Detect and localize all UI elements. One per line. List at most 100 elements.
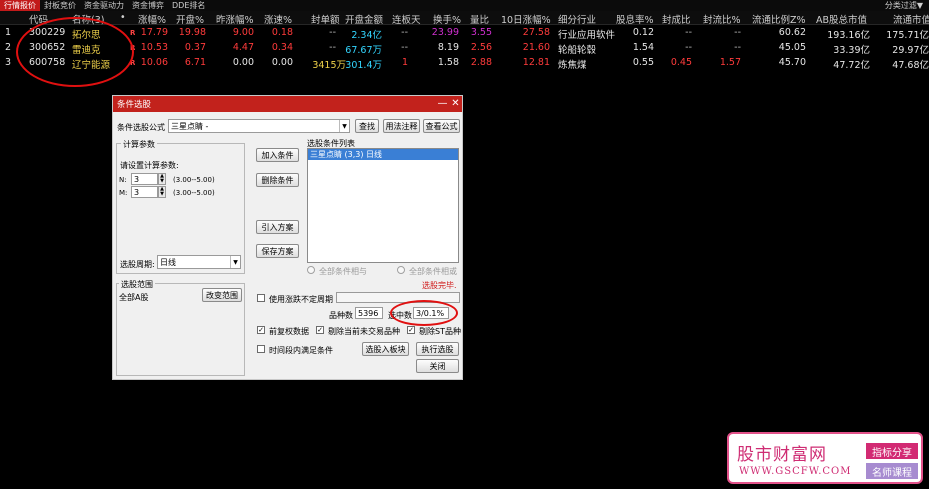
- col-open[interactable]: 开盘%: [176, 12, 204, 26]
- close-icon[interactable]: ✕: [449, 96, 462, 112]
- stock-screen-dialog: 条件选股 — ✕ 条件选股公式 三星点睛 - ▼ 查找 用法注释 查看公式 计算…: [112, 95, 463, 380]
- chevron-down-icon[interactable]: ▼: [339, 120, 349, 132]
- time-condition-label: 时间段内满足条件: [269, 346, 333, 355]
- param-n-stepper[interactable]: ▲ ▼: [158, 173, 166, 185]
- category-filter-dropdown[interactable]: 分类过滤▼: [885, 0, 929, 11]
- ten-day-change: 21.60: [522, 42, 550, 53]
- col-float-market-cap[interactable]: 流通市值: [893, 12, 929, 26]
- total-label: 品种数: [329, 311, 353, 320]
- condition-list-item[interactable]: 三星点睛 (3,3) 日线: [308, 149, 458, 160]
- tab-quotes[interactable]: 行情报价: [0, 0, 40, 11]
- param-m-stepper[interactable]: ▲ ▼: [158, 186, 166, 198]
- margin-flag: R: [130, 59, 136, 67]
- param-n-input[interactable]: 3: [131, 173, 158, 185]
- table-row[interactable]: 2 300652 雷迪克 R 10.53 0.37 4.47 0.34 -- 6…: [0, 41, 929, 56]
- param-m-label: M:: [119, 189, 128, 197]
- speed-pct: 0.00: [271, 57, 293, 68]
- open-pct: 19.98: [178, 27, 206, 38]
- execute-button[interactable]: 执行选股: [416, 342, 459, 356]
- formula-label: 条件选股公式: [117, 123, 165, 132]
- col-seal-float-ratio[interactable]: 封流比%: [703, 12, 741, 26]
- param-n-range: (3.00--5.00): [173, 176, 215, 184]
- dialog-titlebar[interactable]: 条件选股 — ✕: [113, 96, 462, 112]
- period-range-input[interactable]: [336, 292, 460, 303]
- seal-float-ratio: 1.57: [719, 57, 741, 68]
- use-period-checkbox[interactable]: [257, 294, 265, 302]
- float-market-cap: 175.71亿: [886, 30, 929, 41]
- col-float-ratio[interactable]: 流通比例Z%: [752, 12, 806, 26]
- formula-select[interactable]: 三星点睛 - ▼: [168, 119, 350, 133]
- col-open-amount[interactable]: 开盘金额: [345, 12, 383, 26]
- float-market-cap: 47.68亿: [892, 60, 929, 71]
- col-dividend[interactable]: 股息率%: [616, 12, 654, 26]
- param-m-input[interactable]: 3: [131, 186, 158, 198]
- col-prev-change[interactable]: 昨涨幅%: [216, 12, 254, 26]
- table-row[interactable]: 3 600758 辽宁能源 R 10.06 6.71 0.00 0.00 341…: [0, 56, 929, 71]
- params-prompt: 请设置计算参数:: [120, 161, 179, 170]
- add-condition-button[interactable]: 加入条件: [256, 148, 299, 162]
- close-button[interactable]: 关闭: [416, 359, 459, 373]
- col-ab-market-cap[interactable]: AB股总市值: [816, 12, 867, 26]
- find-button[interactable]: 查找: [355, 119, 379, 133]
- remove-st-checkbox[interactable]: ✓: [407, 326, 415, 334]
- col-code[interactable]: 代码: [29, 12, 48, 26]
- period-select-value: 日线: [160, 257, 176, 267]
- speed-pct: 0.18: [271, 27, 293, 38]
- radio-and[interactable]: [307, 266, 315, 274]
- col-10day-change[interactable]: 10日涨幅%: [501, 12, 551, 26]
- chevron-down-icon[interactable]: ▼: [230, 256, 240, 268]
- seal-amount: --: [329, 42, 336, 53]
- seal-deal-ratio: --: [685, 27, 692, 38]
- total-count-value: 5396: [358, 308, 379, 318]
- minimize-icon[interactable]: —: [436, 96, 449, 112]
- watermark-logo: 股市财富网 WWW.GSCFW.COM 指标分享 名师课程: [727, 432, 923, 484]
- condition-list[interactable]: 三星点睛 (3,3) 日线: [307, 148, 459, 263]
- col-change[interactable]: 涨幅%: [138, 12, 166, 26]
- save-scheme-button[interactable]: 保存方案: [256, 244, 299, 258]
- tab-dde-rank[interactable]: DDE排名: [168, 0, 209, 11]
- fq-checkbox[interactable]: ✓: [257, 326, 265, 334]
- range-value: 全部A股: [119, 293, 149, 302]
- col-speed[interactable]: 涨速%: [264, 12, 292, 26]
- delete-condition-button[interactable]: 删除条件: [256, 173, 299, 187]
- speed-pct: 0.34: [271, 42, 293, 53]
- stock-name: 拓尔思: [72, 30, 101, 41]
- usage-button[interactable]: 用法注释: [383, 119, 420, 133]
- tab-fund-drive[interactable]: 资金驱动力: [80, 0, 128, 11]
- time-condition-checkbox[interactable]: [257, 345, 265, 353]
- remove-inactive-checkbox[interactable]: ✓: [316, 326, 324, 334]
- remove-inactive-label: 剔除当前未交易品种: [328, 327, 400, 336]
- col-limit-days[interactable]: 连板天: [392, 12, 421, 26]
- radio-or[interactable]: [397, 266, 405, 274]
- selected-count: 3/0.1%: [413, 307, 449, 319]
- seal-deal-ratio: --: [685, 42, 692, 53]
- col-name[interactable]: 名称(3): [72, 12, 104, 26]
- seal-amount: 3415万: [312, 60, 346, 71]
- tab-fund-game[interactable]: 资金博弈: [128, 0, 168, 11]
- tab-sealed-auction[interactable]: 封板竞价: [40, 0, 80, 11]
- col-seal-deal-ratio[interactable]: 封成比: [662, 12, 691, 26]
- view-formula-button[interactable]: 查看公式: [423, 119, 460, 133]
- stock-name: 雷迪克: [72, 45, 101, 56]
- col-industry[interactable]: 细分行业: [558, 12, 596, 26]
- status-text: 选股完毕.: [422, 281, 457, 290]
- ten-day-change: 12.81: [522, 57, 550, 68]
- dividend-yield: 0.12: [632, 27, 654, 38]
- table-row[interactable]: 1 300229 拓尔思 R 17.79 19.98 9.00 0.18 -- …: [0, 26, 929, 41]
- period-select[interactable]: 日线 ▼: [157, 255, 241, 269]
- import-scheme-button[interactable]: 引入方案: [256, 220, 299, 234]
- col-turnover[interactable]: 换手%: [433, 12, 461, 26]
- prev-change-pct: 4.47: [232, 42, 254, 53]
- change-range-button[interactable]: 改变范围: [202, 288, 242, 302]
- margin-flag: R: [130, 29, 136, 37]
- change-pct: 10.06: [140, 57, 168, 68]
- top-tab-bar: 行情报价 封板竞价 资金驱动力 资金博弈 DDE排名 分类过滤▼: [0, 0, 929, 11]
- limit-days: --: [401, 42, 408, 53]
- remove-st-label: 剔除ST品种: [419, 327, 461, 336]
- seal-amount: --: [329, 27, 336, 38]
- ab-market-cap: 193.16亿: [827, 30, 870, 41]
- col-volume-ratio[interactable]: 量比: [470, 12, 489, 26]
- stock-name: 辽宁能源: [72, 60, 111, 71]
- add-to-block-button[interactable]: 选股入板块: [362, 342, 409, 356]
- col-seal-amount[interactable]: 封单额: [311, 12, 340, 26]
